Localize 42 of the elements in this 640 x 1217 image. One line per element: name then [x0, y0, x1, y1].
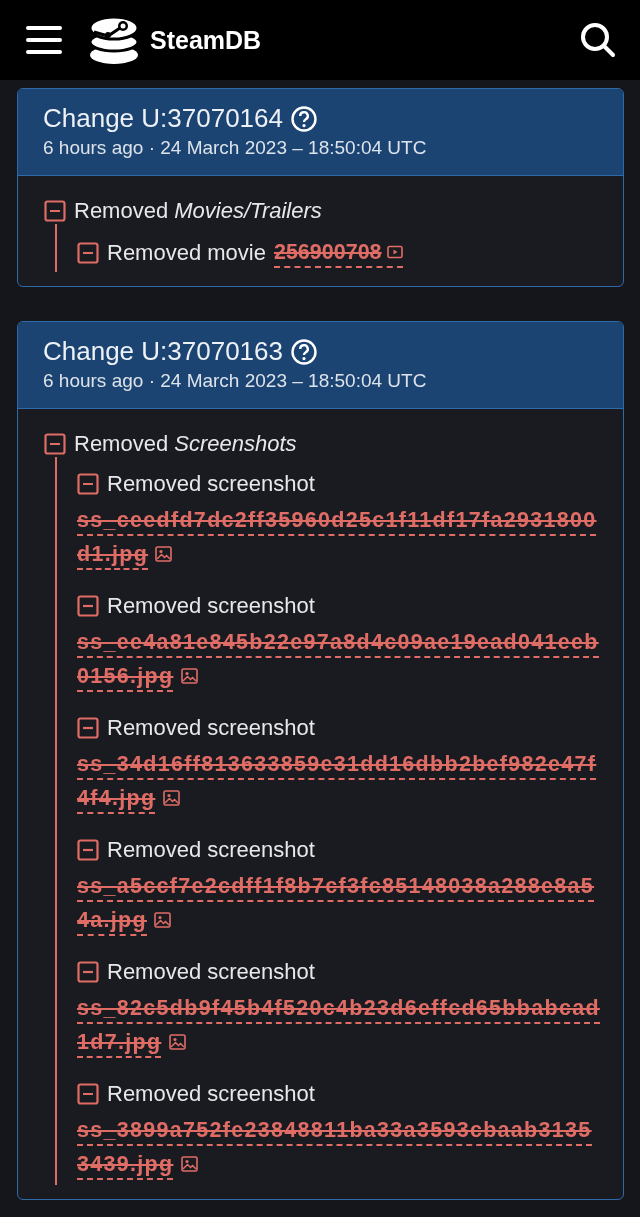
collapse-icon[interactable]	[77, 473, 99, 495]
group-label: Removed Screenshots	[74, 431, 297, 457]
removed-file-link[interactable]: ss_ceedfd7dc2ff35960d25c1f11df17fa2931800d1.jpg	[77, 503, 602, 571]
search-icon[interactable]	[580, 22, 616, 58]
change-time: 6 hours ago · 24 March 2023 – 18:50:04 UTC	[43, 137, 428, 159]
removed-file-link[interactable]: ss_ee4a81e845b22e97a8d4c09ae19ead041eeb0156.jpg	[77, 625, 602, 693]
change-label: Removed movie	[107, 240, 266, 266]
image-icon	[180, 1156, 198, 1172]
collapse-icon[interactable]	[77, 717, 99, 739]
change-label: Removed screenshot	[107, 471, 315, 497]
image-icon	[154, 912, 172, 928]
change-label: Removed screenshot	[107, 1081, 315, 1107]
change-title[interactable]: Change U:37070163	[43, 336, 283, 367]
removed-file-link[interactable]: ss_82c5db9f45b4f520c4b23d6effcd65bbabcad1d7.jpg	[77, 991, 602, 1059]
collapse-icon[interactable]	[77, 595, 99, 617]
change-label: Removed screenshot	[107, 959, 315, 985]
collapse-icon[interactable]	[77, 1083, 99, 1105]
change-label: Removed screenshot	[107, 715, 315, 741]
change-label: Removed screenshot	[107, 837, 315, 863]
video-icon	[386, 245, 403, 259]
image-icon	[155, 546, 173, 562]
change-time: 6 hours ago · 24 March 2023 – 18:50:04 UTC	[43, 370, 428, 392]
logo-icon[interactable]	[88, 15, 140, 65]
change-label: Removed screenshot	[107, 593, 315, 619]
removed-file-link[interactable]: ss_34d16ff813633859e31dd16dbb2bef982e47f4f4.jpg	[77, 747, 602, 815]
collapse-icon[interactable]	[77, 242, 99, 264]
group-label: Removed Movies/Trailers	[74, 198, 322, 224]
collapse-icon[interactable]	[44, 200, 66, 222]
change-title[interactable]: Change U:37070164	[43, 103, 283, 134]
help-icon[interactable]	[291, 338, 317, 365]
collapse-icon[interactable]	[77, 961, 99, 983]
collapse-icon[interactable]	[77, 839, 99, 861]
image-icon	[162, 790, 180, 806]
removed-file-link[interactable]: ss_3899a752fe23848811ba33a3593cbaab31353439.jpg	[77, 1113, 602, 1181]
site-name[interactable]: SteamDB	[150, 25, 262, 55]
image-icon	[180, 668, 198, 684]
removed-file-link[interactable]: ss_a5ccf7e2cdff1f8b7cf3fc85148038a288e8a54a.jpg	[77, 869, 602, 937]
menu-icon[interactable]	[26, 25, 62, 55]
removed-movie-link[interactable]: 256900708	[273, 238, 403, 268]
help-icon[interactable]	[291, 105, 317, 132]
collapse-icon[interactable]	[44, 433, 66, 455]
image-icon	[168, 1034, 186, 1050]
